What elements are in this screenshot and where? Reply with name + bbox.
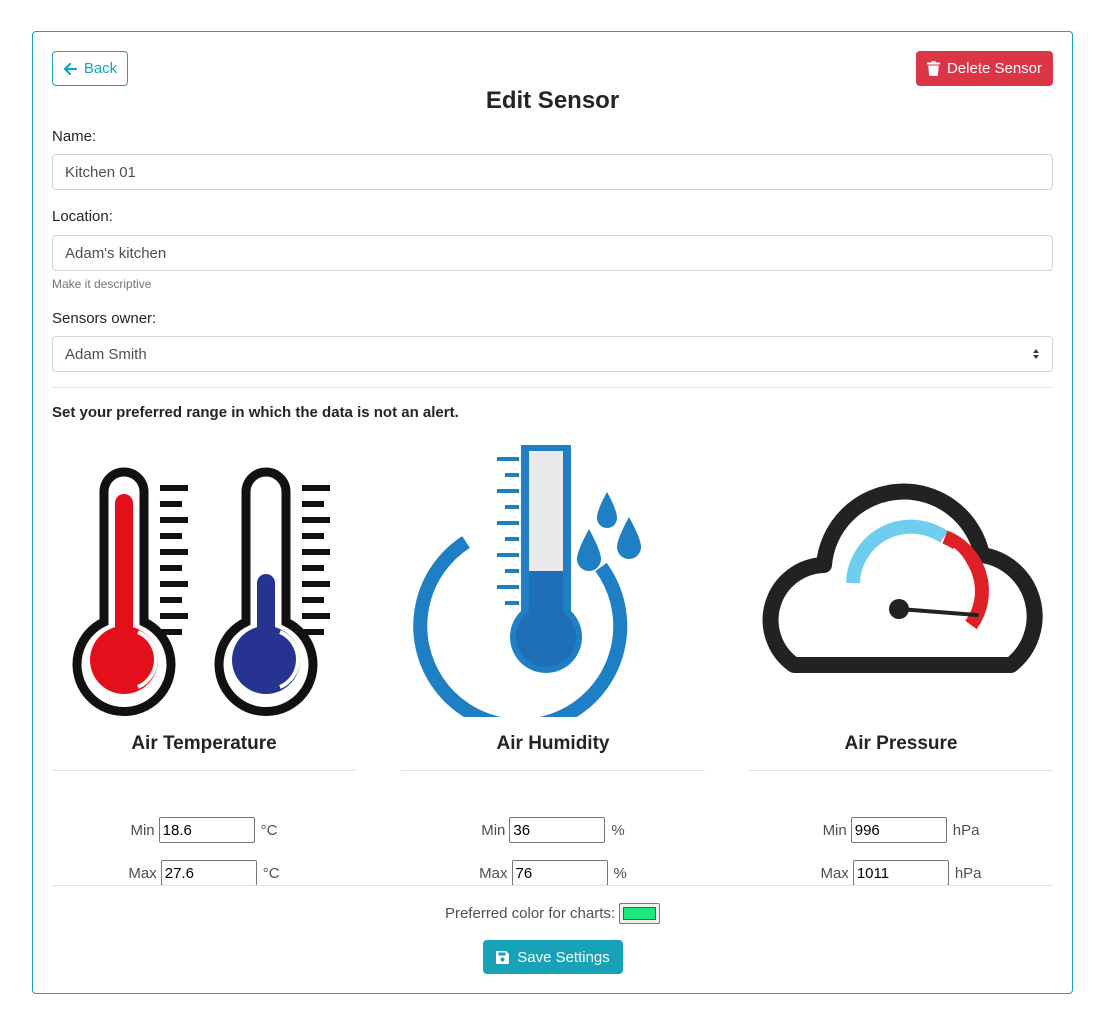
range-intro-text: Set your preferred range in which the da… xyxy=(52,404,459,421)
back-button[interactable]: Back xyxy=(52,51,128,86)
trash-icon xyxy=(926,61,940,76)
owner-label: Sensors owner: xyxy=(52,310,157,327)
humidity-max-label: Max xyxy=(479,864,508,882)
pressure-max-unit: hPa xyxy=(954,864,982,882)
temperature-title: Air Temperature xyxy=(131,733,277,754)
humidity-min-unit: % xyxy=(611,821,625,839)
humidity-divider xyxy=(401,770,705,771)
owner-select[interactable]: Adam Smith xyxy=(52,336,1053,372)
chart-color-row: Preferred color for charts: xyxy=(33,903,1072,924)
delete-label: Delete Sensor xyxy=(946,60,1043,77)
humidity-title: Air Humidity xyxy=(496,733,610,754)
temperature-min-unit: °C xyxy=(260,821,278,839)
chart-color-fill xyxy=(623,907,657,920)
chart-color-label: Preferred color for charts: xyxy=(444,905,616,922)
select-arrows-icon xyxy=(1033,349,1039,359)
temperature-min-input[interactable] xyxy=(158,817,255,843)
location-label: Location: xyxy=(52,208,113,225)
temperature-min-label: Min xyxy=(130,821,155,839)
temperature-min-row: Min °C xyxy=(52,817,356,843)
thermometers-icon xyxy=(72,467,330,716)
humidity-icon xyxy=(413,445,641,717)
footer-divider xyxy=(52,885,1053,886)
pressure-title: Air Pressure xyxy=(844,733,958,754)
chart-color-picker[interactable] xyxy=(619,903,661,924)
pressure-min-label: Min xyxy=(822,821,847,839)
floppy-disk-icon xyxy=(496,950,510,964)
temperature-max-unit: °C xyxy=(262,864,280,882)
section-divider xyxy=(52,387,1053,388)
name-label: Name: xyxy=(52,128,97,145)
edit-sensor-card: Back Delete Sensor Edit Sensor Name: Loc… xyxy=(32,31,1073,994)
pressure-divider xyxy=(749,770,1053,771)
pressure-max-row: Max hPa xyxy=(749,860,1053,886)
page-title: Edit Sensor xyxy=(485,87,620,114)
temperature-divider xyxy=(52,770,356,771)
save-settings-label: Save Settings xyxy=(517,948,610,966)
pressure-max-label: Max xyxy=(820,864,849,882)
arrow-left-icon xyxy=(63,62,77,75)
location-help-text: Make it descriptive xyxy=(52,277,152,291)
humidity-max-input[interactable] xyxy=(511,860,608,886)
humidity-min-row: Min % xyxy=(401,817,705,843)
pressure-max-input[interactable] xyxy=(852,860,949,886)
location-input[interactable] xyxy=(52,235,1053,271)
humidity-min-input[interactable] xyxy=(509,817,606,843)
temperature-max-row: Max °C xyxy=(52,860,356,886)
pressure-min-row: Min hPa xyxy=(749,817,1053,843)
pressure-min-unit: hPa xyxy=(952,821,980,839)
save-settings-button[interactable]: Save Settings xyxy=(483,940,623,974)
back-label: Back xyxy=(83,60,118,77)
pressure-min-input[interactable] xyxy=(850,817,947,843)
name-input[interactable] xyxy=(52,154,1053,190)
owner-selected-value: Adam Smith xyxy=(65,345,147,363)
pressure-gauge-icon xyxy=(762,483,1043,673)
temperature-max-input[interactable] xyxy=(160,860,257,886)
humidity-min-label: Min xyxy=(481,821,506,839)
delete-sensor-button[interactable]: Delete Sensor xyxy=(916,51,1053,86)
temperature-max-label: Max xyxy=(128,864,157,882)
humidity-max-row: Max % xyxy=(401,860,705,886)
humidity-max-unit: % xyxy=(613,864,627,882)
